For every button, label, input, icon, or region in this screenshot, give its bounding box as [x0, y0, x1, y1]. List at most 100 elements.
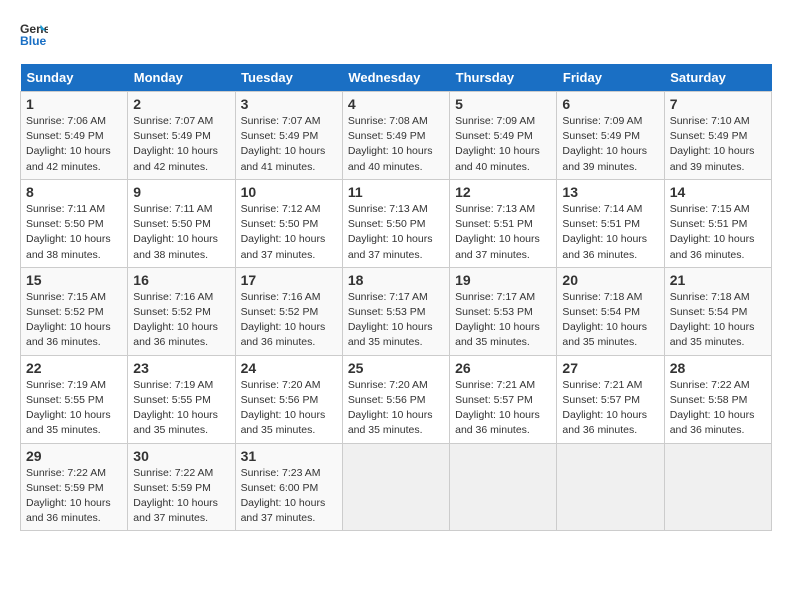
day-info: Sunrise: 7:23 AM Sunset: 6:00 PM Dayligh… [241, 466, 337, 527]
day-info: Sunrise: 7:06 AM Sunset: 5:49 PM Dayligh… [26, 114, 122, 175]
calendar-week-2: 8Sunrise: 7:11 AM Sunset: 5:50 PM Daylig… [21, 179, 772, 267]
day-info: Sunrise: 7:07 AM Sunset: 5:49 PM Dayligh… [133, 114, 229, 175]
calendar-cell: 9 Sunrise: 7:11 AM Sunset: 5:50 PM Daylig… [128, 179, 235, 267]
day-info: Sunrise: 7:22 AM Sunset: 5:59 PM Dayligh… [26, 466, 122, 527]
calendar-cell: 7Sunrise: 7:10 AM Sunset: 5:49 PM Daylig… [664, 92, 771, 180]
calendar-cell: 11Sunrise: 7:13 AM Sunset: 5:50 PM Dayli… [342, 179, 449, 267]
svg-text:Blue: Blue [20, 34, 47, 48]
day-info: Sunrise: 7:18 AM Sunset: 5:54 PM Dayligh… [562, 290, 658, 351]
calendar-cell: 24Sunrise: 7:20 AM Sunset: 5:56 PM Dayli… [235, 355, 342, 443]
day-number: 23 [133, 360, 229, 376]
calendar-cell: 30 Sunrise: 7:22 AM Sunset: 5:59 PM Dayli… [128, 443, 235, 531]
day-number: 12 [455, 184, 551, 200]
day-number: 7 [670, 96, 766, 112]
day-number: 30 [133, 448, 229, 464]
calendar-cell: 28 Sunrise: 7:22 AM Sunset: 5:58 PM Dayli… [664, 355, 771, 443]
calendar-cell [450, 443, 557, 531]
day-number: 3 [241, 96, 337, 112]
day-info: Sunrise: 7:21 AM Sunset: 5:57 PM Dayligh… [562, 378, 658, 439]
calendar-week-4: 22 Sunrise: 7:19 AM Sunset: 5:55 PM Dayli… [21, 355, 772, 443]
page-header: General Blue [20, 20, 772, 48]
day-number: 21 [670, 272, 766, 288]
day-number: 6 [562, 96, 658, 112]
day-number: 27 [562, 360, 658, 376]
calendar-cell: 3 Sunrise: 7:07 AM Sunset: 5:49 PM Daylig… [235, 92, 342, 180]
calendar-cell: 1 Sunrise: 7:06 AM Sunset: 5:49 PM Daylig… [21, 92, 128, 180]
logo-icon: General Blue [20, 20, 48, 48]
weekday-header-sunday: Sunday [21, 64, 128, 92]
weekday-header-saturday: Saturday [664, 64, 771, 92]
calendar-cell: 22 Sunrise: 7:19 AM Sunset: 5:55 PM Dayli… [21, 355, 128, 443]
calendar-cell: 17Sunrise: 7:16 AM Sunset: 5:52 PM Dayli… [235, 267, 342, 355]
calendar-cell: 27 Sunrise: 7:21 AM Sunset: 5:57 PM Dayli… [557, 355, 664, 443]
calendar-cell [557, 443, 664, 531]
day-number: 5 [455, 96, 551, 112]
day-info: Sunrise: 7:16 AM Sunset: 5:52 PM Dayligh… [241, 290, 337, 351]
calendar-header: SundayMondayTuesdayWednesdayThursdayFrid… [21, 64, 772, 92]
calendar-week-3: 15 Sunrise: 7:15 AM Sunset: 5:52 PM Dayli… [21, 267, 772, 355]
logo: General Blue [20, 20, 52, 48]
day-info: Sunrise: 7:12 AM Sunset: 5:50 PM Dayligh… [241, 202, 337, 263]
day-info: Sunrise: 7:09 AM Sunset: 5:49 PM Dayligh… [455, 114, 551, 175]
day-number: 19 [455, 272, 551, 288]
day-number: 15 [26, 272, 122, 288]
day-info: Sunrise: 7:11 AM Sunset: 5:50 PM Dayligh… [26, 202, 122, 263]
calendar-cell: 26 Sunrise: 7:21 AM Sunset: 5:57 PM Dayli… [450, 355, 557, 443]
day-info: Sunrise: 7:15 AM Sunset: 5:52 PM Dayligh… [26, 290, 122, 351]
calendar-cell: 23 Sunrise: 7:19 AM Sunset: 5:55 PM Dayli… [128, 355, 235, 443]
calendar-cell: 15 Sunrise: 7:15 AM Sunset: 5:52 PM Dayli… [21, 267, 128, 355]
day-number: 9 [133, 184, 229, 200]
day-number: 1 [26, 96, 122, 112]
weekday-header-wednesday: Wednesday [342, 64, 449, 92]
calendar-cell: 5 Sunrise: 7:09 AM Sunset: 5:49 PM Daylig… [450, 92, 557, 180]
day-info: Sunrise: 7:19 AM Sunset: 5:55 PM Dayligh… [26, 378, 122, 439]
calendar-cell: 10 Sunrise: 7:12 AM Sunset: 5:50 PM Dayli… [235, 179, 342, 267]
day-info: Sunrise: 7:21 AM Sunset: 5:57 PM Dayligh… [455, 378, 551, 439]
calendar-table: SundayMondayTuesdayWednesdayThursdayFrid… [20, 64, 772, 531]
day-info: Sunrise: 7:08 AM Sunset: 5:49 PM Dayligh… [348, 114, 444, 175]
calendar-cell: 8Sunrise: 7:11 AM Sunset: 5:50 PM Daylig… [21, 179, 128, 267]
day-info: Sunrise: 7:16 AM Sunset: 5:52 PM Dayligh… [133, 290, 229, 351]
day-info: Sunrise: 7:19 AM Sunset: 5:55 PM Dayligh… [133, 378, 229, 439]
day-info: Sunrise: 7:22 AM Sunset: 5:58 PM Dayligh… [670, 378, 766, 439]
calendar-body: 1 Sunrise: 7:06 AM Sunset: 5:49 PM Daylig… [21, 92, 772, 531]
calendar-cell: 29 Sunrise: 7:22 AM Sunset: 5:59 PM Dayli… [21, 443, 128, 531]
calendar-cell [342, 443, 449, 531]
calendar-cell: 25Sunrise: 7:20 AM Sunset: 5:56 PM Dayli… [342, 355, 449, 443]
calendar-cell: 4 Sunrise: 7:08 AM Sunset: 5:49 PM Daylig… [342, 92, 449, 180]
day-info: Sunrise: 7:17 AM Sunset: 5:53 PM Dayligh… [455, 290, 551, 351]
weekday-header-row: SundayMondayTuesdayWednesdayThursdayFrid… [21, 64, 772, 92]
weekday-header-monday: Monday [128, 64, 235, 92]
calendar-week-5: 29 Sunrise: 7:22 AM Sunset: 5:59 PM Dayli… [21, 443, 772, 531]
day-number: 4 [348, 96, 444, 112]
day-info: Sunrise: 7:17 AM Sunset: 5:53 PM Dayligh… [348, 290, 444, 351]
day-number: 18 [348, 272, 444, 288]
day-number: 22 [26, 360, 122, 376]
day-info: Sunrise: 7:20 AM Sunset: 5:56 PM Dayligh… [348, 378, 444, 439]
calendar-cell: 6 Sunrise: 7:09 AM Sunset: 5:49 PM Daylig… [557, 92, 664, 180]
day-number: 28 [670, 360, 766, 376]
day-number: 10 [241, 184, 337, 200]
calendar-cell: 31 Sunrise: 7:23 AM Sunset: 6:00 PM Dayli… [235, 443, 342, 531]
day-number: 26 [455, 360, 551, 376]
day-info: Sunrise: 7:20 AM Sunset: 5:56 PM Dayligh… [241, 378, 337, 439]
calendar-cell: 13Sunrise: 7:14 AM Sunset: 5:51 PM Dayli… [557, 179, 664, 267]
weekday-header-thursday: Thursday [450, 64, 557, 92]
day-info: Sunrise: 7:14 AM Sunset: 5:51 PM Dayligh… [562, 202, 658, 263]
day-number: 29 [26, 448, 122, 464]
day-info: Sunrise: 7:09 AM Sunset: 5:49 PM Dayligh… [562, 114, 658, 175]
calendar-cell: 20 Sunrise: 7:18 AM Sunset: 5:54 PM Dayli… [557, 267, 664, 355]
calendar-cell: 21 Sunrise: 7:18 AM Sunset: 5:54 PM Dayli… [664, 267, 771, 355]
calendar-cell: 2Sunrise: 7:07 AM Sunset: 5:49 PM Daylig… [128, 92, 235, 180]
day-number: 31 [241, 448, 337, 464]
day-info: Sunrise: 7:13 AM Sunset: 5:51 PM Dayligh… [455, 202, 551, 263]
day-number: 11 [348, 184, 444, 200]
calendar-cell [664, 443, 771, 531]
day-info: Sunrise: 7:15 AM Sunset: 5:51 PM Dayligh… [670, 202, 766, 263]
day-info: Sunrise: 7:18 AM Sunset: 5:54 PM Dayligh… [670, 290, 766, 351]
day-number: 20 [562, 272, 658, 288]
day-info: Sunrise: 7:22 AM Sunset: 5:59 PM Dayligh… [133, 466, 229, 527]
day-info: Sunrise: 7:11 AM Sunset: 5:50 PM Dayligh… [133, 202, 229, 263]
day-info: Sunrise: 7:07 AM Sunset: 5:49 PM Dayligh… [241, 114, 337, 175]
calendar-cell: 16Sunrise: 7:16 AM Sunset: 5:52 PM Dayli… [128, 267, 235, 355]
